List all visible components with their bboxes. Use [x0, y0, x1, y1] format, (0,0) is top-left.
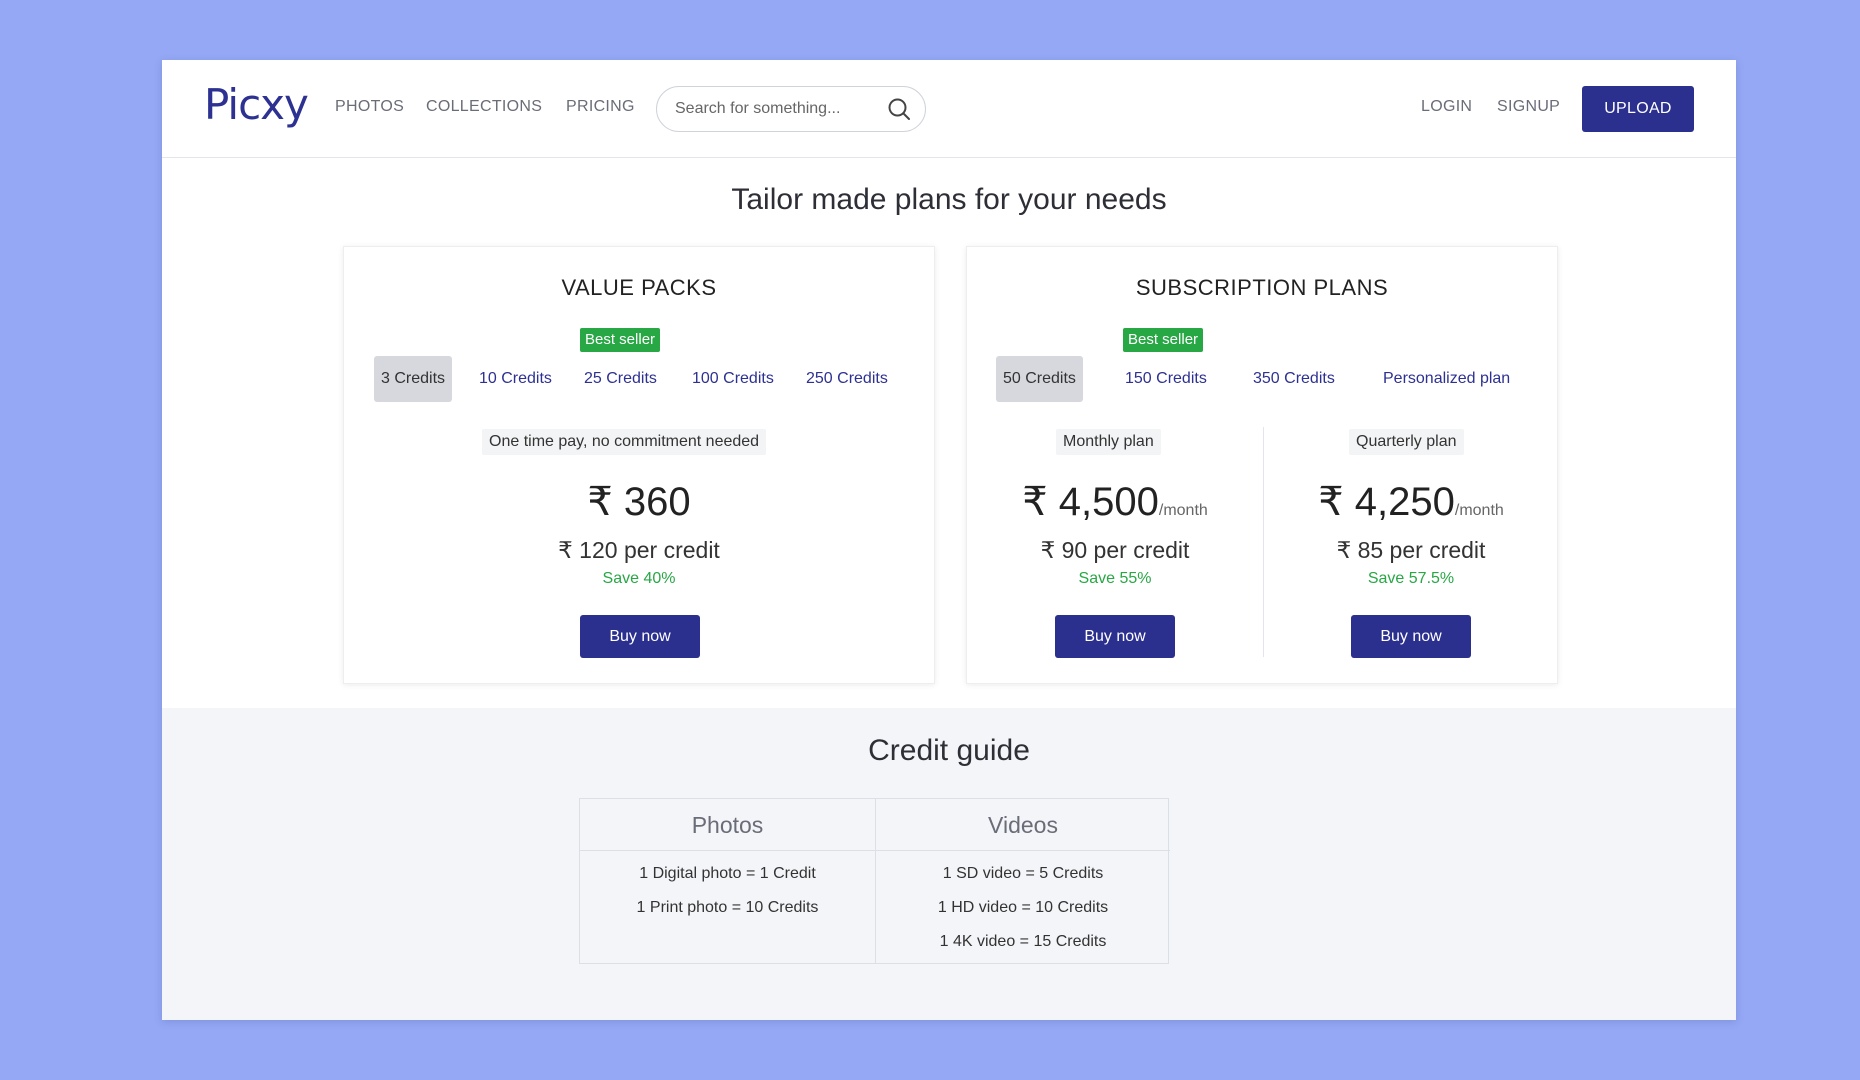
table-row: 1 Digital photo = 1 Credit [639, 865, 816, 882]
videos-column: Videos 1 SD video = 5 Credits 1 HD video… [875, 799, 1170, 963]
nav-photos[interactable]: PHOTOS [335, 98, 404, 116]
monthly-per-credit: ₹ 90 per credit [1040, 537, 1190, 563]
credit-guide-section: Credit guide Photos 1 Digital photo = 1 … [162, 708, 1736, 1020]
pack-save: Save 40% [602, 570, 676, 587]
quarterly-price: ₹ 4,250/month [1318, 480, 1504, 524]
monthly-save: Save 55% [1078, 570, 1152, 587]
pack-price: ₹ 360 [587, 480, 691, 524]
pack-per-credit: ₹ 120 per credit [558, 537, 720, 563]
tab-10-credits[interactable]: 10 Credits [479, 356, 552, 402]
value-packs-title: VALUE PACKS [561, 275, 717, 300]
tab-25-credits[interactable]: 25 Credits [584, 356, 657, 402]
one-time-note: One time pay, no commitment needed [482, 429, 767, 455]
monthly-price: ₹ 4,500/month [1022, 480, 1208, 524]
value-packs-card: VALUE PACKS Best seller 3 Credits 10 Cre… [343, 246, 935, 684]
buy-now-button[interactable]: Buy now [1055, 615, 1175, 658]
top-navbar: Picxy PHOTOS COLLECTIONS PRICING LOGIN S… [162, 60, 1736, 158]
picxy-logo[interactable]: Picxy [204, 80, 309, 129]
best-seller-badge: Best seller [580, 328, 661, 352]
search-box [656, 86, 926, 132]
signup-link[interactable]: SIGNUP [1497, 98, 1560, 116]
monthly-plan-column: Monthly plan ₹ 4,500/month ₹ 90 per cred… [967, 247, 1263, 683]
table-row: 1 HD video = 10 Credits [937, 899, 1109, 916]
app-window: Picxy PHOTOS COLLECTIONS PRICING LOGIN S… [162, 60, 1736, 1020]
table-row: 1 Print photo = 10 Credits [636, 899, 819, 916]
quarterly-per-credit: ₹ 85 per credit [1336, 537, 1486, 563]
buy-now-button[interactable]: Buy now [580, 615, 700, 658]
search-icon[interactable] [887, 97, 911, 121]
search-input[interactable] [675, 100, 887, 118]
photos-column: Photos 1 Digital photo = 1 Credit 1 Prin… [580, 799, 875, 963]
table-row: 1 SD video = 5 Credits [942, 865, 1104, 882]
monthly-plan-label: Monthly plan [1056, 429, 1161, 455]
tab-250-credits[interactable]: 250 Credits [806, 356, 888, 402]
photos-header: Photos [580, 799, 875, 851]
buy-now-button[interactable]: Buy now [1351, 615, 1471, 658]
subscription-plans-card: SUBSCRIPTION PLANS Best seller 50 Credit… [966, 246, 1558, 684]
quarterly-plan-label: Quarterly plan [1349, 429, 1464, 455]
credit-guide-table: Photos 1 Digital photo = 1 Credit 1 Prin… [579, 798, 1170, 964]
table-row: 1 4K video = 15 Credits [939, 933, 1107, 950]
upload-button[interactable]: UPLOAD [1582, 86, 1694, 132]
videos-header: Videos [876, 799, 1170, 851]
credit-guide-title: Credit guide [868, 734, 1030, 767]
nav-collections[interactable]: COLLECTIONS [426, 98, 542, 116]
login-link[interactable]: LOGIN [1421, 98, 1472, 116]
quarterly-save: Save 57.5% [1367, 570, 1455, 587]
page-title: Tailor made plans for your needs [731, 183, 1167, 216]
quarterly-plan-column: Quarterly plan ₹ 4,250/month ₹ 85 per cr… [1263, 247, 1559, 683]
tab-100-credits[interactable]: 100 Credits [692, 356, 774, 402]
nav-pricing[interactable]: PRICING [566, 98, 635, 116]
tab-3-credits[interactable]: 3 Credits [374, 356, 453, 402]
